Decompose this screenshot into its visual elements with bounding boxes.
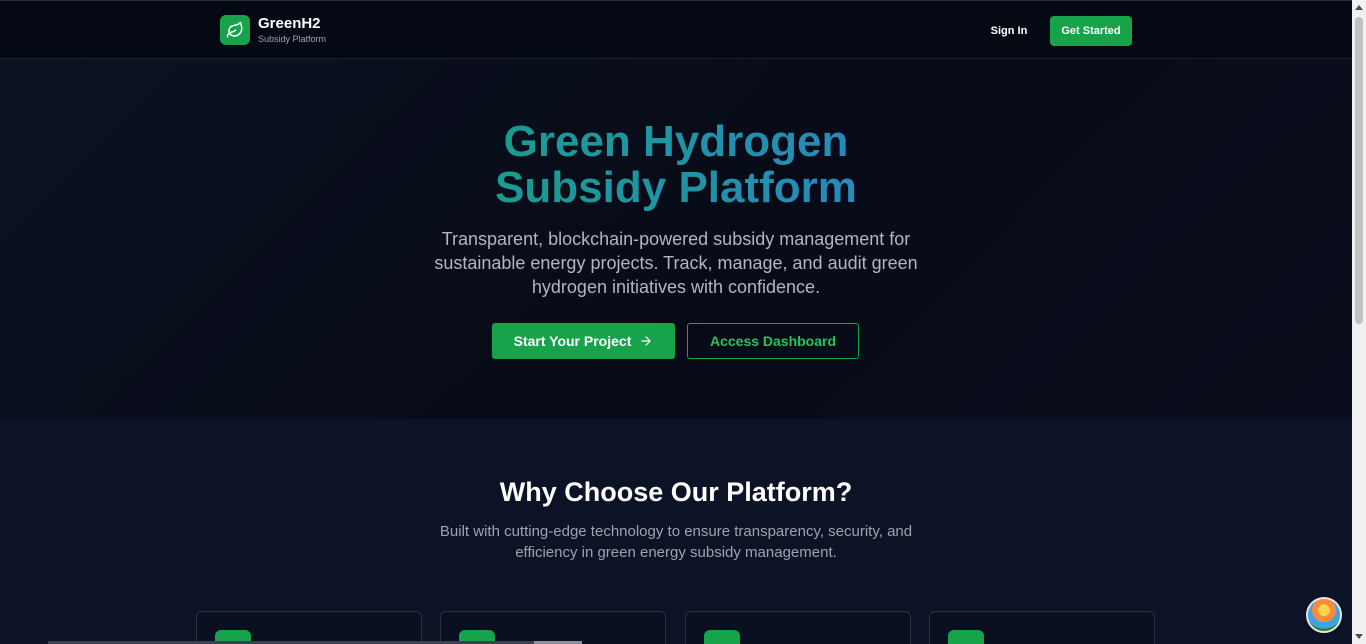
get-started-button[interactable]: Get Started <box>1050 16 1132 46</box>
arrow-right-icon <box>639 334 653 348</box>
scroll-down-icon[interactable] <box>1352 630 1366 644</box>
access-dashboard-button[interactable]: Access Dashboard <box>687 323 859 359</box>
page: GreenH2 Subsidy Platform Sign In Get Sta… <box>0 0 1352 644</box>
feature-card <box>440 611 666 644</box>
scrollbar-thumb[interactable] <box>1355 17 1363 324</box>
sign-in-button[interactable]: Sign In <box>984 17 1034 45</box>
hero-title-line1: Green Hydrogen <box>503 117 849 166</box>
hero-section: Green Hydrogen Subsidy Platform Transpar… <box>0 59 1352 419</box>
feature-card <box>685 611 911 644</box>
feature-icon <box>704 630 740 644</box>
scroll-up-icon[interactable] <box>1352 0 1366 14</box>
hero-title: Green Hydrogen Subsidy Platform <box>0 119 1352 211</box>
start-project-label: Start Your Project <box>513 333 632 349</box>
top-navbar: GreenH2 Subsidy Platform Sign In Get Sta… <box>0 0 1352 59</box>
brand[interactable]: GreenH2 Subsidy Platform <box>220 15 326 45</box>
features-title: Why Choose Our Platform? <box>499 477 853 507</box>
hero-title-line2: Subsidy Platform <box>495 163 857 212</box>
feature-card <box>196 611 422 644</box>
features-description: Built with cutting-edge technology to en… <box>439 523 913 561</box>
features-section: Why Choose Our Platform? Built with cutt… <box>0 419 1352 644</box>
start-project-button[interactable]: Start Your Project <box>492 323 675 359</box>
vertical-scrollbar[interactable] <box>1352 0 1366 644</box>
brand-name: GreenH2 <box>258 15 321 32</box>
hero-description: Transparent, blockchain-powered subsidy … <box>434 229 918 297</box>
feature-icon <box>948 630 984 644</box>
brand-subtitle: Subsidy Platform <box>258 34 327 44</box>
leaf-icon <box>220 15 250 45</box>
floating-assistant-avatar[interactable] <box>1306 597 1342 633</box>
feature-card <box>929 611 1155 644</box>
